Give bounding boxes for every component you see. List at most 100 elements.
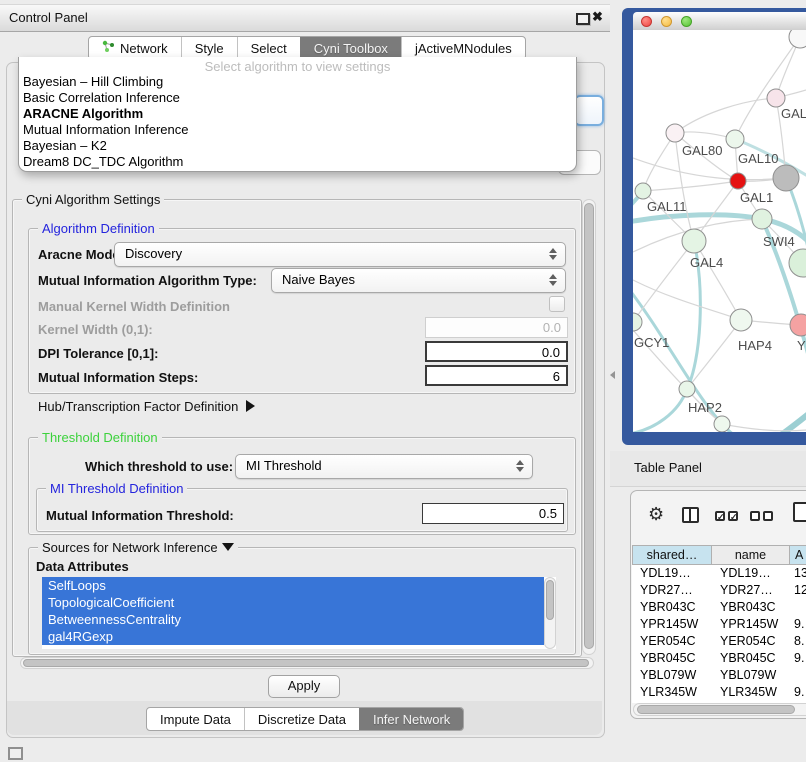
stepper-arrows-icon <box>516 460 524 472</box>
table-row[interactable]: YBR045CYBR045C9. <box>632 650 806 667</box>
mi-threshold-field[interactable]: 0.5 <box>422 503 564 524</box>
dropdown-item-selected[interactable]: ARACNE Algorithm <box>19 106 576 122</box>
tab-cyni-toolbox[interactable]: Cyni Toolbox <box>300 37 401 59</box>
minimize-button[interactable] <box>661 16 672 27</box>
split-collapse-icon[interactable] <box>610 371 615 379</box>
algorithm-definition-title: Algorithm Definition <box>38 221 159 236</box>
unchecked-checkbox-icon[interactable] <box>750 511 760 521</box>
table-hscrollbar[interactable] <box>633 703 806 716</box>
tab-style[interactable]: Style <box>181 37 237 59</box>
tab-select[interactable]: Select <box>237 37 300 59</box>
dpi-tolerance-field[interactable]: 0.0 <box>425 341 568 362</box>
table-panel-bar: Table Panel <box>610 451 806 487</box>
dropdown-item[interactable]: Dream8 DC_TDC Algorithm <box>19 154 576 170</box>
table-cell: YDR27… <box>712 582 790 599</box>
tab-infer-network[interactable]: Infer Network <box>359 708 463 730</box>
network-node[interactable] <box>730 173 746 189</box>
network-node[interactable] <box>789 249 806 277</box>
dropdown-item[interactable]: Mutual Information Inference <box>19 122 576 138</box>
settings-vscrollbar[interactable] <box>582 199 596 655</box>
mi-type-combobox[interactable]: Naive Bayes <box>271 268 566 293</box>
table-row[interactable]: YBL079WYBL079W <box>632 667 806 684</box>
gear-icon[interactable]: ⚙ <box>648 505 664 523</box>
table-row[interactable]: YER054CYER054C8. <box>632 633 806 650</box>
network-node[interactable] <box>682 229 706 253</box>
which-threshold-label: Which threshold to use: <box>85 459 233 474</box>
tab-network[interactable]: Network <box>89 37 181 59</box>
unchecked-checkbox-icon[interactable] <box>763 511 773 521</box>
attribute-item-selected[interactable]: gal4RGexp <box>42 628 544 645</box>
close-button[interactable] <box>641 16 652 27</box>
document-icon[interactable] <box>793 502 806 522</box>
column-header-shared[interactable]: shared… <box>632 545 712 565</box>
network-node[interactable] <box>679 381 695 397</box>
dropdown-item[interactable]: Bayesian – Hill Climbing <box>19 74 576 90</box>
inference-algorithm-combobox[interactable] <box>574 95 604 126</box>
close-panel-icon[interactable]: ✖ <box>592 9 603 25</box>
table-hscrollbar-thumb[interactable] <box>637 705 795 714</box>
tab-jactivemnodules[interactable]: jActiveMNodules <box>401 37 525 59</box>
network-node[interactable] <box>789 30 806 48</box>
network-node[interactable] <box>635 183 651 199</box>
column-header-partial[interactable]: A <box>790 545 806 565</box>
tab-impute-data[interactable]: Impute Data <box>147 708 244 730</box>
table-cell <box>790 667 806 684</box>
table-row[interactable]: YLR345WYLR345W9. <box>632 684 806 701</box>
dropdown-item[interactable]: Basic Correlation Inference <box>19 90 576 106</box>
network-icon <box>102 40 115 56</box>
collapse-down-icon[interactable] <box>222 543 234 551</box>
network-node[interactable] <box>666 124 684 142</box>
network-node[interactable] <box>752 209 772 229</box>
network-node[interactable] <box>790 314 806 336</box>
table-cell: YDL19… <box>712 565 790 582</box>
dropdown-hint: Select algorithm to view settings <box>19 59 576 74</box>
network-node[interactable] <box>633 313 642 331</box>
checked-checkbox-icon[interactable]: ✓ <box>728 511 738 521</box>
node-label: GAL11 <box>647 199 687 214</box>
which-threshold-value: MI Threshold <box>246 458 322 473</box>
attribute-item-selected[interactable]: BetweennessCentrality <box>42 611 544 628</box>
settings-hscrollbar[interactable] <box>20 657 594 669</box>
tab-discretize-data[interactable]: Discretize Data <box>244 708 359 730</box>
table-cell: YBR045C <box>632 650 712 667</box>
hub-definition-expander[interactable]: Hub/Transcription Factor Definition <box>38 399 255 414</box>
dropdown-item[interactable]: Bayesian – K2 <box>19 138 576 154</box>
network-node[interactable] <box>726 130 744 148</box>
mi-type-value: Naive Bayes <box>282 272 355 287</box>
network-graph[interactable]: GALGAL80GAL10GAL11GAL1SWI4GAL4GCY1HAP4YH… <box>633 30 806 432</box>
attribute-item-selected[interactable]: SelfLoops <box>42 577 544 594</box>
network-node[interactable] <box>730 309 752 331</box>
table-row[interactable]: YDR27…YDR27…12 <box>632 582 806 599</box>
table-row[interactable]: YBR043CYBR043C <box>632 599 806 616</box>
stepper-arrows-icon <box>549 274 557 286</box>
dock-panel-icon[interactable] <box>8 747 23 760</box>
zoom-button[interactable] <box>681 16 692 27</box>
table-row[interactable]: YPR145WYPR145W9. <box>632 616 806 633</box>
network-window: GALGAL80GAL10GAL11GAL1SWI4GAL4GCY1HAP4YH… <box>622 8 806 445</box>
attributes-scrollbar[interactable] <box>544 577 556 649</box>
table-cell: YBR045C <box>712 650 790 667</box>
node-label: HAP2 <box>688 400 722 415</box>
apply-button[interactable]: Apply <box>268 675 340 698</box>
aracne-mode-combobox[interactable]: Discovery <box>114 242 566 267</box>
network-node[interactable] <box>714 416 730 432</box>
network-node[interactable] <box>773 165 799 191</box>
bottom-tabbar: Impute Data Discretize Data Infer Networ… <box>146 707 464 731</box>
network-canvas[interactable]: GALGAL80GAL10GAL11GAL1SWI4GAL4GCY1HAP4YH… <box>633 30 806 432</box>
checked-checkbox-icon[interactable]: ✓ <box>715 511 725 521</box>
table-row[interactable]: YDL19…YDL19…13 <box>632 565 806 582</box>
which-threshold-combobox[interactable]: MI Threshold <box>235 454 533 479</box>
settings-hscrollbar-thumb[interactable] <box>23 659 589 667</box>
float-panel-icon[interactable] <box>576 13 590 25</box>
network-node[interactable] <box>767 89 785 107</box>
kernel-width-field[interactable]: 0.0 <box>425 317 568 338</box>
manual-kernel-checkbox[interactable] <box>549 296 565 312</box>
column-header-name[interactable]: name <box>712 545 790 565</box>
attribute-item-selected[interactable]: TopologicalCoefficient <box>42 594 544 611</box>
table-cell: 9. <box>790 616 806 633</box>
mi-steps-field[interactable]: 6 <box>425 365 568 386</box>
settings-vscrollbar-thumb[interactable] <box>584 203 594 649</box>
split-column-icon[interactable] <box>682 507 699 523</box>
tab-cyni-toolbox-label: Cyni Toolbox <box>314 41 388 56</box>
attributes-scrollbar-thumb[interactable] <box>546 580 554 620</box>
